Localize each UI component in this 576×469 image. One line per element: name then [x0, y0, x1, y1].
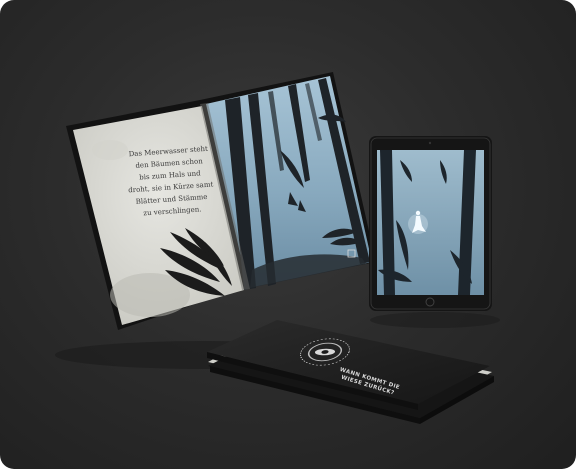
front-camera [428, 141, 432, 145]
product-scene [55, 72, 500, 424]
photo-card: Das Meerwasser steht den Bäumen schon bi… [0, 0, 576, 469]
tablet-shadow [370, 312, 500, 328]
tablet [369, 136, 492, 311]
book-page-text: Das Meerwasser steht den Bäumen schon bi… [104, 141, 237, 222]
